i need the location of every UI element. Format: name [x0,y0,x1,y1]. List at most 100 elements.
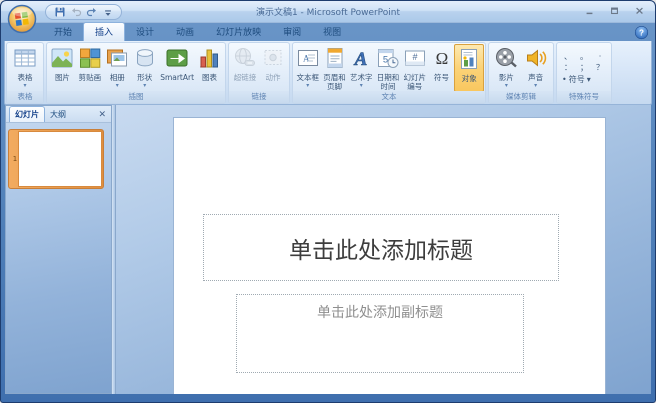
shapes-icon [133,46,157,74]
help-button[interactable]: ? [634,25,649,40]
button-object[interactable]: 对象 [454,44,485,92]
slides-panel-tabs: 幻灯片 大纲 ✕ [6,106,111,123]
svg-text:Ω: Ω [435,49,448,68]
ribbon-group-label: 链接 [229,91,289,103]
smartart-icon [165,46,189,74]
symbol-button-label: 符号 [568,74,585,84]
symbol-button[interactable]: ； [579,63,589,72]
header-footer-icon [323,46,347,74]
chevron-down-icon: ▾ [586,74,591,84]
button-photo-album[interactable]: 相册 ▾ [104,45,130,91]
button-picture[interactable]: 图片 [49,45,75,91]
close-button[interactable] [632,4,646,16]
hyperlink-icon [233,46,257,74]
slide-thumbnail[interactable] [18,131,102,187]
button-wordart[interactable]: A 艺术字 ▾ [348,45,374,91]
object-icon [457,47,481,75]
symbol-icon: Ω [430,46,454,74]
window-title: 演示文稿1 - Microsoft PowerPoint [255,8,401,18]
chevron-down-icon: ▾ [359,81,363,89]
symbol-button[interactable]: ： [563,63,573,72]
tab-slideshow[interactable]: 幻灯片放映 [205,23,272,41]
symbol-button[interactable]: · [595,52,605,61]
button-symbol[interactable]: Ω 符号 [429,45,455,91]
button-smartart[interactable]: SmartArt [159,45,195,91]
button-label: 动作 [265,73,281,82]
symbol-row: 、。 · [561,52,607,61]
panel-close-button[interactable]: ✕ [96,110,108,122]
button-slide-number[interactable]: # 幻灯片 编号 [402,45,428,91]
ribbon-group-label: 特殊符号 [557,91,611,103]
minimize-icon [584,1,595,20]
workspace: 幻灯片 大纲 ✕ 1 单击此处添加标题 单击此处添加副标题 [5,105,651,394]
chevron-down-icon: ▾ [504,81,508,89]
slides-panel: 幻灯片 大纲 ✕ 1 [5,105,111,394]
ribbon-group-table: 表格 ▾ 表格 [6,42,44,104]
ribbon-group-media: 影片 ▾ 声音 ▾ 媒体剪辑 [488,42,554,104]
chevron-down-icon: ▾ [534,81,538,89]
button-clipart[interactable]: 剪贴画 [77,45,103,91]
button-table[interactable]: 表格 ▾ [12,45,38,91]
symbol-button[interactable]: 。 [579,52,589,61]
office-button[interactable] [7,4,37,34]
subtitle-placeholder[interactable]: 单击此处添加副标题 [236,294,524,373]
slide-number-icon: # [403,46,427,74]
movie-icon [494,46,518,74]
textbox-icon: A [296,46,320,74]
panel-tab-slides[interactable]: 幻灯片 [9,106,45,122]
ribbon-group-label: 插图 [47,91,225,103]
slide-thumbnail-number: 1 [12,155,18,163]
button-label: 时间 [380,81,396,91]
chevron-down-icon: ▾ [306,81,310,89]
button-textbox[interactable]: A 文本框 ▾ [295,45,321,91]
tab-animations[interactable]: 动画 [165,23,205,41]
minimize-button[interactable] [582,4,596,16]
symbol-button[interactable]: ？ [595,63,605,72]
button-header-footer[interactable]: 页眉和 页脚 [322,45,348,91]
button-movie[interactable]: 影片 ▾ [493,45,519,91]
button-date-time[interactable]: 5 日期和 时间 [375,45,401,91]
svg-text:5: 5 [383,55,388,66]
powerpoint-window: 演示文稿1 - Microsoft PowerPoint 开始 插入 设计 动画 幻灯片… [0,0,656,403]
button-label: 符号 [434,73,449,82]
button-shapes[interactable]: 形状 ▾ [132,45,158,91]
tab-insert[interactable]: 插入 [83,22,126,41]
clipart-icon [78,46,102,74]
button-hyperlink: 超链接 [232,45,258,91]
symbol-row: ： ； ？ [561,63,607,72]
tab-design[interactable]: 设计 [125,23,165,41]
office-logo-icon [7,4,37,38]
slide-thumbnail-selected[interactable]: 1 [8,129,104,189]
chevron-down-icon: ▾ [23,81,27,89]
tab-review[interactable]: 审阅 [272,23,312,41]
title-bar: 演示文稿1 - Microsoft PowerPoint [1,1,655,34]
panel-tab-outline[interactable]: 大纲 [45,107,71,122]
close-icon [634,1,645,20]
ribbon-group-label: 文本 [293,91,485,103]
button-label: 图表 [201,73,217,82]
button-sound[interactable]: 声音 ▾ [523,45,549,91]
symbol-button[interactable]: 、 [563,52,573,61]
ribbon-group-text: A 文本框 ▾ 页眉和 页脚 A 艺术字 ▾ 5 日期和 时间 # 幻灯片 编号 Ω 符号 对象 文本 [292,42,486,104]
button-label: 编号 [407,81,423,91]
button-label: 图片 [54,73,70,82]
slide-canvas[interactable]: 单击此处添加标题 单击此处添加副标题 [174,118,605,394]
sound-icon [524,46,548,74]
table-icon [13,46,37,74]
chart-icon [197,46,221,74]
ribbon-group-links: 超链接 动作链接 [228,42,290,104]
maximize-button[interactable] [607,4,621,16]
window-controls [582,4,646,16]
bullet-icon: • [562,74,567,84]
button-label: 页脚 [327,81,342,91]
button-action: 动作 [260,45,286,91]
button-chart[interactable]: 图表 [196,45,222,91]
ribbon-group-special-symbols: 、。 · ： ； ？ • 符号 ▾ 特殊符号 [556,42,612,104]
tab-home[interactable]: 开始 [43,23,83,41]
title-placeholder[interactable]: 单击此处添加标题 [203,214,559,281]
symbol-grid: 、。 · ： ； ？ • 符号 ▾ [557,43,611,91]
photo-album-icon [105,46,129,74]
ribbon-tab-row: 开始 插入 设计 动画 幻灯片放映 审阅 视图 ? [1,22,655,41]
button-symbol-insert[interactable]: • 符号 ▾ [561,74,607,85]
tab-view[interactable]: 视图 [312,23,352,41]
